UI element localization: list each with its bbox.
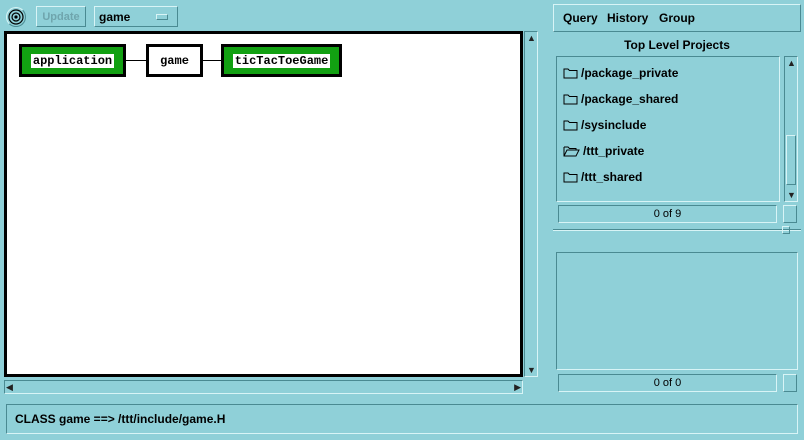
projects-count: 0 of 9	[558, 205, 777, 223]
graph-node-label: application	[30, 53, 115, 68]
list-item[interactable]: /ttt_private	[563, 142, 644, 160]
status-bar: CLASS game ==> /ttt/include/game.H	[6, 404, 798, 434]
scroll-down-icon[interactable]: ▼	[527, 365, 536, 375]
dropdown-indicator-icon	[156, 14, 168, 20]
list-item[interactable]: /sysinclude	[563, 116, 646, 134]
projects-count-button[interactable]	[783, 205, 797, 223]
target-icon	[8, 9, 24, 25]
scroll-left-icon[interactable]: ◀	[6, 382, 13, 392]
menu-group[interactable]: Group	[659, 11, 695, 25]
graph-edge	[126, 60, 146, 61]
folder-icon	[563, 94, 578, 105]
class-select[interactable]: game	[94, 6, 178, 27]
projects-vertical-scrollbar[interactable]: ▲ ▼	[784, 56, 798, 202]
graph-node-tictactoegame[interactable]: ticTacToeGame	[221, 44, 342, 77]
projects-list[interactable]: /package_private /package_shared /sysinc…	[556, 56, 780, 202]
folder-icon	[563, 172, 578, 183]
lower-count: 0 of 0	[558, 374, 777, 392]
list-item-label: /package_private	[581, 66, 679, 80]
status-text: CLASS game ==> /ttt/include/game.H	[15, 412, 226, 426]
update-button[interactable]: Update	[36, 6, 86, 27]
list-item[interactable]: /package_private	[563, 64, 678, 82]
graph-node-application[interactable]: application	[19, 44, 126, 77]
scroll-right-icon[interactable]: ▶	[514, 382, 521, 392]
list-item[interactable]: /package_shared	[563, 90, 678, 108]
target-button[interactable]	[6, 7, 26, 27]
folder-icon	[563, 120, 578, 131]
list-item-label: /package_shared	[581, 92, 679, 106]
lower-list[interactable]	[556, 252, 798, 370]
graph-node-label: game	[160, 53, 189, 68]
graph-vertical-scrollbar[interactable]: ▲ ▼	[524, 31, 538, 377]
pane-sash-handle[interactable]	[782, 226, 790, 234]
menu-history[interactable]: History	[607, 11, 648, 25]
menu-query[interactable]: Query	[563, 11, 598, 25]
graph-node-label: ticTacToeGame	[232, 53, 331, 68]
scroll-down-icon[interactable]: ▼	[787, 190, 796, 200]
class-select-value: game	[99, 10, 131, 24]
list-item-label: /ttt_shared	[581, 170, 643, 184]
pane-divider	[553, 229, 801, 231]
lower-count-button[interactable]	[783, 374, 797, 392]
scroll-up-icon[interactable]: ▲	[787, 58, 796, 68]
graph-edge	[203, 60, 221, 61]
list-item[interactable]: /ttt_shared	[563, 168, 642, 186]
scroll-up-icon[interactable]: ▲	[527, 33, 536, 43]
list-item-label: /sysinclude	[581, 118, 647, 132]
projects-title: Top Level Projects	[624, 38, 730, 52]
class-graph-canvas[interactable]: application game ticTacToeGame	[4, 31, 523, 377]
graph-node-game[interactable]: game	[146, 44, 203, 77]
folder-icon	[563, 68, 578, 79]
folder-open-icon	[563, 146, 580, 157]
list-item-label: /ttt_private	[583, 144, 645, 158]
scroll-thumb[interactable]	[786, 135, 796, 185]
graph-horizontal-scrollbar[interactable]: ◀ ▶	[4, 380, 523, 394]
menu-bar: Query History Group	[553, 4, 801, 32]
